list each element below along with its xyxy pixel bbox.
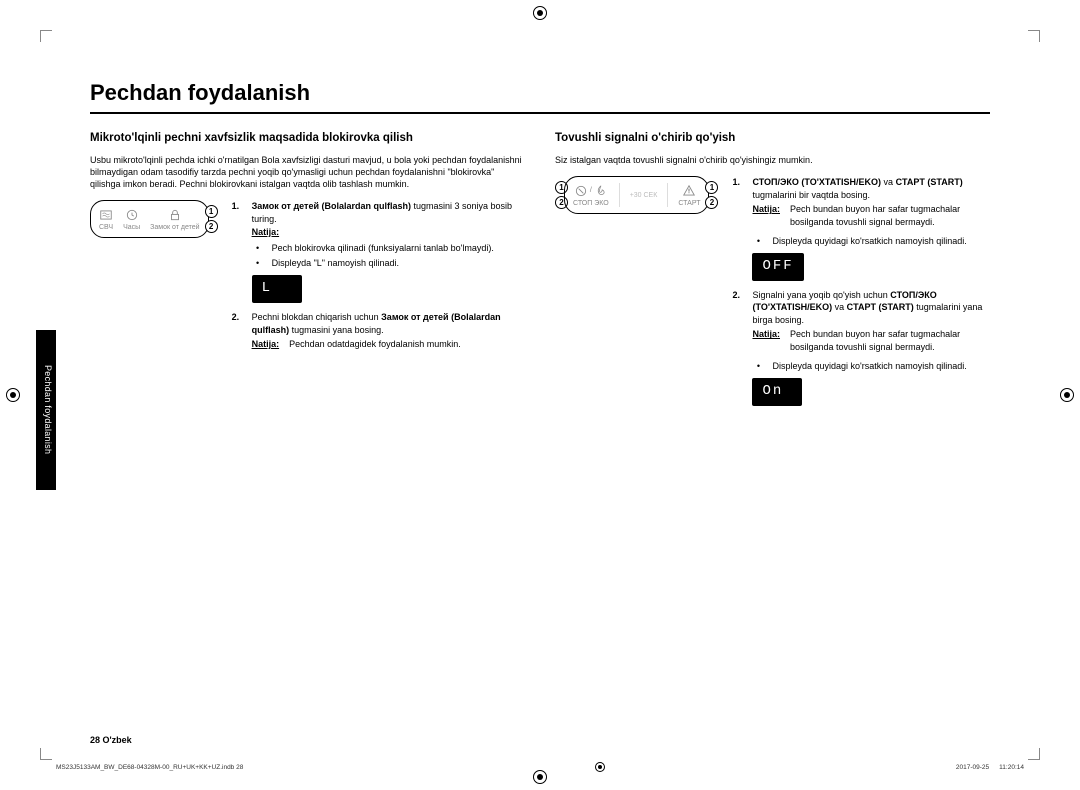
step-text: Signalni yana yoqib qo'yish uchun СТОП/Э… xyxy=(752,289,990,356)
right-column: Tovushli signalni o'chirib qo'yish Siz i… xyxy=(555,132,990,414)
step-text: Замок от детей (Bolalardan qulflash) tug… xyxy=(252,200,525,238)
job-file: MS23J5133AM_BW_DE68-04328M-00_RU+UK+KK+U… xyxy=(56,764,243,771)
step-number: 2. xyxy=(232,311,244,353)
bullet-icon: • xyxy=(252,242,264,255)
separator xyxy=(667,183,668,207)
step-text: Pechni blokdan chiqarish uchun Замок от … xyxy=(252,311,525,353)
registration-mark-left xyxy=(6,388,20,402)
chasy-label: Часы xyxy=(123,224,140,231)
registration-mark-right xyxy=(1060,388,1074,402)
registration-mark-bottom xyxy=(533,770,547,784)
page-content: Pechdan foydalanish Mikroto'lqinli pechn… xyxy=(50,40,1030,750)
control-panel-right: / СТОП ЭКО +30 СЕК СТАРТ xyxy=(564,176,709,214)
bullet-icon: • xyxy=(252,257,264,270)
job-time: 11:20:14 xyxy=(999,764,1024,771)
bullet-icon: • xyxy=(752,360,764,373)
registration-mark-top xyxy=(533,6,547,20)
plus30-label: +30 СЕК xyxy=(630,183,658,207)
bullet-text: Displeyda quyidagi ko'rsatkich namoyish … xyxy=(772,235,966,248)
job-info-line: MS23J5133AM_BW_DE68-04328M-00_RU+UK+KK+U… xyxy=(56,762,1024,772)
bullet-icon: • xyxy=(752,235,764,248)
start-label: СТАРТ xyxy=(678,200,700,207)
microwave-icon: СВЧ xyxy=(99,208,113,231)
display-indicator: OFF xyxy=(752,253,803,281)
job-reg-icon xyxy=(595,762,605,772)
right-intro: Siz istalgan vaqtda tovushli signalni o'… xyxy=(555,154,990,166)
step-number: 1. xyxy=(232,200,244,238)
control-panel-left: СВЧ Часы Замок от детей xyxy=(90,200,209,238)
step-number: 1. xyxy=(732,176,744,230)
page-footer: 28 O'zbek xyxy=(90,735,132,745)
left-steps: 1. Замок от детей (Bolalardan qulflash) … xyxy=(232,200,525,356)
display-indicator: L xyxy=(252,275,302,303)
bullet-text: Displeyda "L" namoyish qilinadi. xyxy=(272,257,399,270)
natija-label: Natija: xyxy=(252,338,280,351)
stop-eco-icon: / СТОП ЭКО xyxy=(573,184,609,207)
left-intro: Usbu mikroto'lqinli pechda ichki o'rnati… xyxy=(90,154,525,190)
job-date: 2017-09-25 xyxy=(956,764,989,771)
callout-2: 2 xyxy=(705,196,718,209)
left-column: Mikroto'lqinli pechni xavfsizlik maqsadi… xyxy=(90,132,525,414)
title-rule xyxy=(90,112,990,114)
natija-label: Natija: xyxy=(752,203,780,228)
natija-text: Pech bundan buyon har safar tugmachalar … xyxy=(790,328,990,353)
step-number: 2. xyxy=(732,289,744,356)
clock-icon: Часы xyxy=(123,208,140,231)
callout-1: 1 xyxy=(205,205,218,218)
natija-text: Pechdan odatdagidek foydalanish mumkin. xyxy=(289,338,461,351)
svch-label: СВЧ xyxy=(99,224,113,231)
callout-2: 2 xyxy=(205,220,218,233)
display-indicator: On xyxy=(752,378,802,406)
stop-eko-label: СТОП ЭКО xyxy=(573,200,609,207)
right-steps: 1. СТОП/ЭКО (TO'XTATISH/EKO) va CTAPT (S… xyxy=(732,176,990,414)
separator xyxy=(619,183,620,207)
zamok-label: Замок от детей xyxy=(150,224,199,231)
left-heading: Mikroto'lqinli pechni xavfsizlik maqsadi… xyxy=(90,132,525,144)
bullet-text: Displeyda quyidagi ko'rsatkich namoyish … xyxy=(772,360,966,373)
page-title: Pechdan foydalanish xyxy=(90,80,990,106)
natija-label: Natija: xyxy=(752,328,780,353)
step-text: СТОП/ЭКО (TO'XTATISH/EKO) va CTAPT (STAR… xyxy=(752,176,990,230)
start-icon: СТАРТ xyxy=(678,184,700,207)
callout-1: 1 xyxy=(705,181,718,194)
lock-icon: Замок от детей xyxy=(150,208,199,231)
natija-text: Pech bundan buyon har safar tugmachalar … xyxy=(790,203,990,228)
right-heading: Tovushli signalni o'chirib qo'yish xyxy=(555,132,990,144)
bullet-text: Pech blokirovka qilinadi (funksiyalarni … xyxy=(272,242,494,255)
natija-label: Natija: xyxy=(252,227,280,237)
